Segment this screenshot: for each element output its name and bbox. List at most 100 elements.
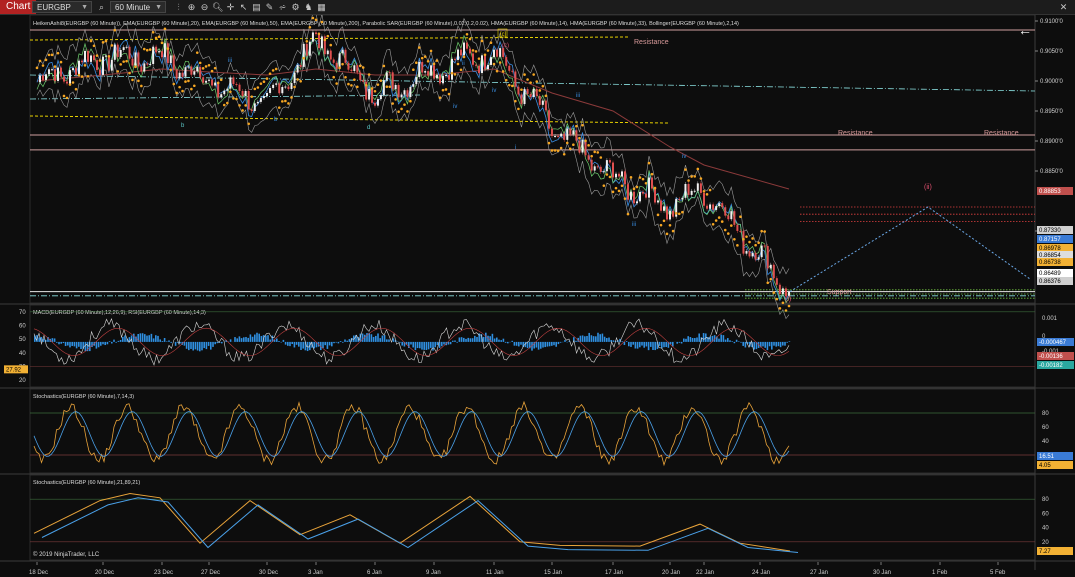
parabolic-sar-dot: [602, 184, 606, 187]
parabolic-sar-dot: [748, 240, 751, 244]
pen-icon[interactable]: ✎: [264, 0, 275, 14]
parabolic-sar-dot: [547, 141, 551, 145]
wave-label-iv-b: iv: [492, 88, 496, 94]
parabolic-sar-dot: [693, 175, 697, 178]
macd-histogram-bar: [251, 336, 254, 342]
macd-histogram-bar: [733, 341, 736, 344]
macd-histogram-bar: [258, 333, 260, 342]
heiken-ashi-candle: [612, 162, 614, 178]
parabolic-sar-dot: [382, 64, 386, 68]
macd-histogram-bar: [111, 341, 113, 344]
chart-style-icon[interactable]: ⩫: [277, 0, 288, 14]
heiken-ashi-candle: [394, 84, 397, 90]
parabolic-sar-dot: [736, 244, 739, 247]
data-box-icon[interactable]: ▤: [251, 0, 262, 14]
close-icon[interactable]: ✕: [1058, 0, 1069, 14]
strategy-icon[interactable]: ♞: [303, 0, 314, 14]
heiken-ashi-candle: [751, 252, 754, 257]
heiken-ashi-candle: [436, 75, 438, 79]
parabolic-sar-dot: [468, 37, 472, 41]
instrument-selector[interactable]: EURGBP ▼: [32, 1, 92, 13]
bars-icon[interactable]: ⫶: [173, 0, 184, 14]
interval-selector[interactable]: 60 Minute ▼: [110, 1, 166, 13]
macd-histogram-bar: [62, 341, 65, 344]
parabolic-sar-dot: [450, 71, 454, 75]
macd-histogram-bar: [458, 337, 461, 342]
heiken-ashi-candle: [211, 79, 214, 86]
heiken-ashi-candle: [605, 160, 608, 172]
heiken-ashi-candle: [469, 48, 471, 54]
heiken-ashi-candle: [205, 80, 208, 83]
parabolic-sar-dot: [720, 220, 724, 223]
macd-histogram-bar: [375, 335, 377, 342]
parabolic-sar-dot: [358, 64, 362, 68]
heiken-ashi-candle: [110, 59, 113, 71]
heiken-ashi-candle: [137, 52, 140, 67]
macd-histogram-bar: [58, 341, 60, 345]
heiken-ashi-candle: [122, 47, 125, 50]
heiken-ashi-candle: [400, 94, 403, 98]
heiken-ashi-candle: [460, 49, 462, 56]
macd-histogram-bar: [694, 338, 696, 342]
macd-histogram-bar: [443, 341, 445, 345]
parabolic-sar-dot: [423, 55, 427, 58]
heiken-ashi-candle: [706, 205, 709, 209]
macd-histogram-bar: [452, 340, 454, 342]
macd-histogram-bar: [104, 341, 106, 346]
crosshair-icon[interactable]: ✛: [225, 0, 236, 14]
chart-canvas[interactable]: HeikenAshi8(EURGBP (60 Minute)), EMA(EUR…: [0, 15, 1075, 577]
heiken-ashi-candle: [63, 76, 65, 82]
magnify-icon[interactable]: 🔍︎: [212, 0, 223, 14]
macd-histogram-bar: [469, 338, 472, 342]
parabolic-sar-dot: [620, 184, 624, 188]
macd-histogram-bar: [608, 337, 610, 342]
heiken-ashi-candle: [596, 166, 599, 168]
rsi-tick-label: 60: [19, 324, 26, 330]
parabolic-sar-dot: [447, 92, 451, 96]
heiken-ashi-candle: [90, 55, 92, 62]
chart-tab[interactable]: Chart: [0, 0, 37, 14]
macd-histogram-bar: [113, 339, 115, 342]
macd-histogram-bar: [500, 340, 502, 342]
heiken-ashi-candle: [184, 67, 187, 77]
heiken-ashi-candle: [687, 183, 690, 195]
macd-histogram-bar: [201, 341, 203, 351]
heiken-ashi-candle: [502, 48, 505, 58]
macd-histogram-bar: [361, 333, 364, 342]
tab-icon[interactable]: ▦: [316, 0, 327, 14]
cursor-icon[interactable]: ↖: [238, 0, 249, 14]
parabolic-sar-dot: [314, 18, 318, 22]
macd-histogram-bar: [652, 341, 654, 351]
macd-histogram-bar: [196, 341, 199, 351]
parabolic-sar-dot: [284, 99, 287, 103]
macd-histogram-bar: [735, 339, 738, 342]
zoom-in-icon[interactable]: ⊕: [186, 0, 197, 14]
parabolic-sar-dot: [148, 48, 152, 51]
zoom-out-icon[interactable]: ⊖: [199, 0, 210, 14]
macd-histogram-bar: [623, 341, 626, 346]
heiken-ashi-candle: [715, 206, 718, 210]
macd-histogram-bar: [482, 336, 485, 342]
parabolic-sar-dot: [137, 79, 140, 83]
search-icon[interactable]: ⌕: [96, 0, 107, 14]
heiken-ashi-candle: [409, 86, 412, 98]
parabolic-sar-dot: [778, 307, 782, 310]
back-arrow-icon[interactable]: ←: [1018, 22, 1032, 38]
heiken-ashi-candle: [618, 173, 620, 177]
price-y-tick-label: 0.9050'0: [1040, 49, 1063, 55]
parabolic-sar-dot: [193, 84, 196, 88]
heiken-ashi-candle: [391, 72, 394, 90]
heiken-ashi-candle: [262, 96, 265, 99]
stoch2-tick-label: 80: [1042, 497, 1049, 503]
properties-icon[interactable]: ⚙: [290, 0, 301, 14]
heiken-ashi-candle: [134, 52, 137, 66]
parabolic-sar-dot: [572, 143, 575, 147]
macd-histogram-bar: [687, 336, 689, 342]
macd-histogram-bar: [146, 335, 148, 342]
heiken-ashi-candle: [547, 110, 550, 129]
heiken-ashi-candle: [724, 207, 727, 216]
parabolic-sar-dot: [587, 144, 590, 147]
macd-histogram-bar: [546, 341, 549, 347]
macd-histogram-bar: [282, 339, 285, 342]
parabolic-sar-dot: [550, 149, 554, 152]
